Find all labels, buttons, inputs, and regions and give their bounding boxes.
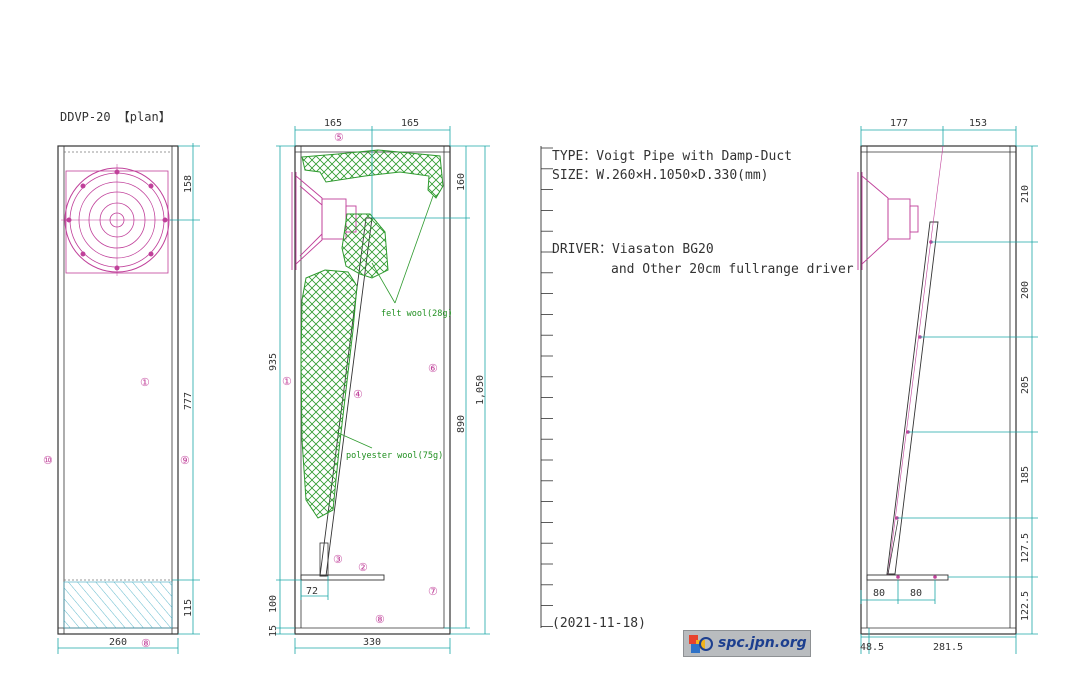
section-view: 177 153 210 200 205 185 127.5 122.5 80 8… [857,118,1038,654]
section-dim-122-5: 122.5 [1020,591,1031,621]
spc-logo: spc.jpn.org [683,630,811,657]
front-dim-158: 158 [183,175,194,193]
spec-date: (2021-11-18) [552,616,646,631]
side-dim-160: 160 [456,173,467,191]
spc-logo-text: spc.jpn.org [718,635,807,651]
side-part-5: ⑤ [334,131,344,144]
front-part-10: ⑩ [43,454,53,467]
side-dim-165-right: 165 [401,118,419,129]
front-dim-width: 260 [109,637,127,648]
section-dim-127-5: 127.5 [1020,533,1031,563]
spec-type: TYPE：Voigt Pipe with Damp-Duct [552,149,792,164]
front-part-9: ⑨ [180,454,190,467]
side-part-2: ② [358,561,368,574]
section-dim-80-right: 80 [910,588,922,599]
section-dim-48-5: 48.5 [860,642,884,653]
spec-driver: DRIVER：Viasaton BG20 [552,242,714,257]
section-dim-153: 153 [969,118,987,129]
section-dim-80-left: 80 [873,588,885,599]
section-dim-281-5: 281.5 [933,642,963,653]
spec-size: SIZE：W.260×H.1050×D.330(mm) [552,168,769,183]
driver-front-icon [61,164,173,276]
side-part-3: ③ [333,553,343,566]
section-dim-210: 210 [1020,185,1031,203]
side-dim-890: 890 [456,415,467,433]
front-dim-777: 777 [183,392,194,410]
section-dim-177: 177 [890,118,908,129]
side-dim-100: 100 [268,595,279,613]
front-dim-115: 115 [183,599,194,617]
drawing-title: DDVP-20 【plan】 [60,110,171,124]
side-dim-165-left: 165 [324,118,342,129]
speaker-plan-drawing: DDVP-20 【plan】 158 777 115 260 ① ⑨ ⑩ ⑧ f… [43,110,1038,654]
note-felt-wool: felt wool(28g) [381,309,453,319]
side-dim-1050: 1,050 [475,375,486,405]
front-view: 158 777 115 260 ① ⑨ ⑩ ⑧ [43,143,200,654]
side-part-8: ⑧ [375,613,385,626]
spec-driver-alt: and Other 20cm fullrange driver [611,262,854,277]
side-view: felt wool(28g) polyester wool(75g) 165 1… [268,118,490,654]
side-part-4: ④ [353,388,363,401]
side-part-6: ⑥ [428,362,438,375]
side-part-7: ⑦ [428,585,438,598]
side-dim-15: 15 [268,625,279,637]
front-part-1: ① [140,376,150,389]
section-dim-200: 200 [1020,281,1031,299]
spc-logo-icon [689,635,713,653]
polyester-wool-shape [300,269,358,519]
note-polyester-wool: polyester wool(75g) [346,451,443,461]
felt-wool-shape [301,149,444,199]
side-part-1: ① [282,375,292,388]
spec-block: TYPE：Voigt Pipe with Damp-Duct SIZE：W.26… [540,146,854,631]
side-dim-depth: 330 [363,637,381,648]
section-dim-205: 205 [1020,376,1031,394]
side-dim-935: 935 [268,353,279,371]
side-dim-72: 72 [306,586,318,597]
front-part-8: ⑧ [141,637,151,650]
section-dim-185: 185 [1020,466,1031,484]
